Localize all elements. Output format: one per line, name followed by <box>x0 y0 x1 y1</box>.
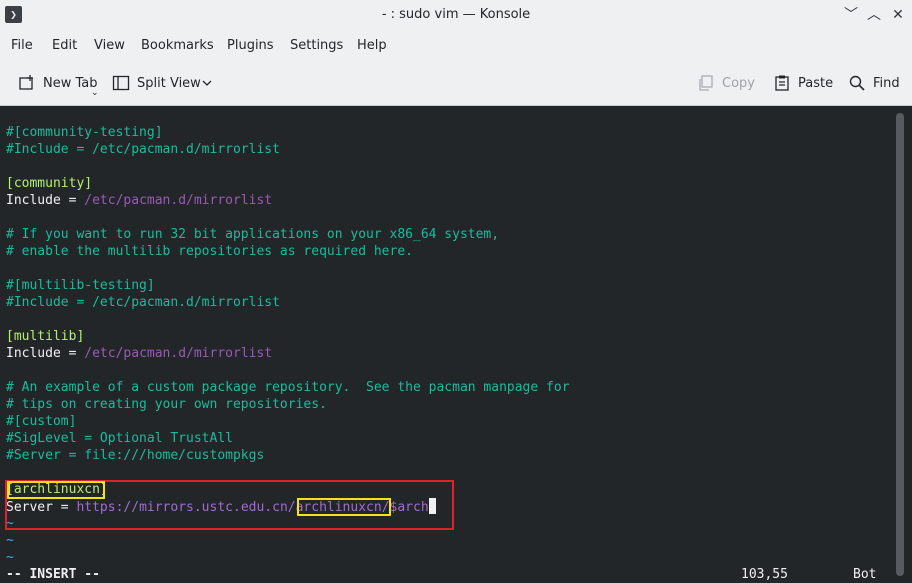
scrollbar-thumb[interactable] <box>896 113 904 576</box>
config-value: /etc/pacman.d/mirrorlist <box>84 193 273 208</box>
config-key: Include = <box>6 346 85 361</box>
new-tab-button[interactable]: New Tab <box>18 72 98 94</box>
terminal-line: #SigLevel = Optional TrustAll <box>6 431 233 446</box>
title-bar: ❯ - : sudo vim — Konsole ﹀ ︿ ✕ <box>0 0 912 31</box>
new-tab-icon <box>19 75 33 90</box>
split-view-dropdown-icon[interactable] <box>201 78 213 88</box>
minimize-icon[interactable]: ﹀ <box>841 5 861 25</box>
split-view-label: Split View <box>137 75 201 91</box>
toolbar: New Tab ⌄ Split View Copy Paste Find <box>0 60 912 106</box>
terminal-line: #Server = file:///home/custompkgs <box>6 448 265 463</box>
terminal-line: #[community-testing] <box>6 125 163 140</box>
config-key: Include = <box>6 193 85 208</box>
new-tab-dropdown-icon[interactable]: ⌄ <box>91 88 99 98</box>
terminal-line: #Include = /etc/pacman.d/mirrorlist <box>6 142 280 157</box>
copy-button[interactable]: Copy <box>697 72 755 94</box>
terminal-line: # enable the multilib repositories as re… <box>6 244 413 259</box>
paste-button[interactable]: Paste <box>773 72 833 94</box>
menu-bookmarks[interactable]: Bookmarks <box>141 38 214 53</box>
search-icon <box>849 75 865 91</box>
scroll-position: Bot <box>853 567 877 582</box>
terminal-view[interactable]: #[community-testing] #Include = /etc/pac… <box>2 106 892 582</box>
empty-line-marker: ~ <box>6 533 14 548</box>
menu-view[interactable]: View <box>94 38 125 53</box>
terminal-line: # tips on creating your own repositories… <box>6 397 327 412</box>
menu-bar: File Edit View Bookmarks Plugins Setting… <box>0 31 912 60</box>
menu-file[interactable]: File <box>11 38 33 53</box>
terminal-line: #Include = /etc/pacman.d/mirrorlist <box>6 295 280 310</box>
menu-settings[interactable]: Settings <box>290 38 343 53</box>
highlight-box-yellow <box>297 498 391 516</box>
paste-label: Paste <box>798 75 834 91</box>
window-title: - : sudo vim — Konsole <box>381 7 531 22</box>
terminal-line: # If you want to run 32 bit applications… <box>6 227 500 242</box>
close-icon[interactable]: ✕ <box>888 5 908 25</box>
new-tab-label: New Tab <box>43 75 98 91</box>
paste-icon <box>775 75 789 91</box>
config-value: /etc/pacman.d/mirrorlist <box>84 346 273 361</box>
copy-icon <box>699 75 713 91</box>
copy-label: Copy <box>722 75 755 91</box>
terminal-line: Include = /etc/pacman.d/mirrorlist <box>6 345 272 362</box>
menu-edit[interactable]: Edit <box>52 38 77 53</box>
empty-line-marker: ~ <box>6 550 14 565</box>
terminal-line: [community] <box>6 176 93 191</box>
terminal-line: [multilib] <box>6 329 85 344</box>
terminal-line: # An example of a custom package reposit… <box>6 380 570 395</box>
find-label: Find <box>873 75 900 91</box>
highlight-box-yellow <box>7 481 105 499</box>
menu-plugins[interactable]: Plugins <box>227 38 274 53</box>
terminal-line: #[custom] <box>6 414 77 429</box>
maximize-icon[interactable]: ︿ <box>864 5 884 25</box>
find-button[interactable]: Find <box>848 72 900 94</box>
terminal-line: Include = /etc/pacman.d/mirrorlist <box>6 192 272 209</box>
split-view-icon <box>112 75 130 91</box>
cursor-position: 103,55 <box>741 567 788 582</box>
terminal-line: #[multilib-testing] <box>6 278 155 293</box>
split-view-button[interactable]: Split View <box>112 72 201 94</box>
vim-mode-indicator: -- INSERT -- <box>6 567 100 582</box>
menu-help[interactable]: Help <box>357 38 387 53</box>
